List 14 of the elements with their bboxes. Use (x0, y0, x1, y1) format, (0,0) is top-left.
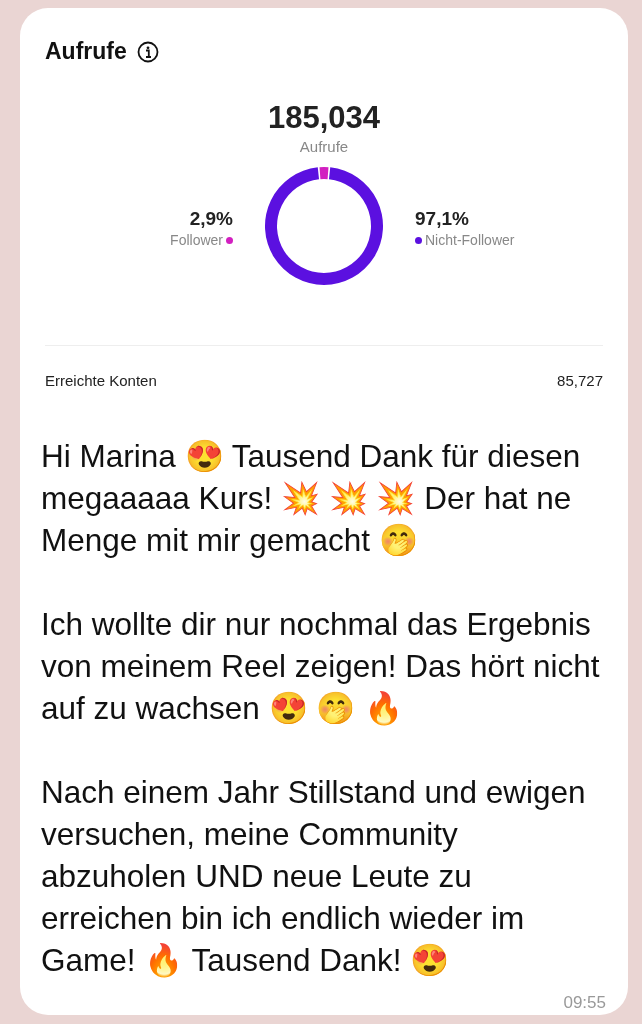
views-count: 185,034 (266, 100, 382, 136)
views-label: Aufrufe (298, 138, 350, 155)
message-paragraph: Nach einem Jahr Stillstand und ewigen versuchen, meine Community abzuholen UND neue Leute zu erreichen bin ich endlich wieder im Game! 🔥 Tausend Dank! 😍 (41, 773, 587, 980)
message-paragraph: Ich wollte dir nur nochmal das Ergebnis von meinem Reel zeigen! Das hört nicht auf zu wachsen 😍 🤭 🔥 (41, 605, 601, 728)
legend-label: Nicht-Follower (425, 232, 515, 248)
message-time: 09:55 (563, 993, 606, 1013)
percent-value: 2,9% (189, 208, 233, 230)
legend-label: Follower (170, 232, 223, 248)
percent-value: 97,1% (415, 208, 469, 230)
metric-label: Erreichte Konten (45, 372, 157, 389)
message-paragraph: Hi Marina 😍 Tausend Dank für diesen megaaaaa Kurs! 💥 💥 💥 Der hat ne Menge mit mir gemacht 🤭 (41, 437, 582, 560)
metric-value: 85,727 (557, 372, 603, 389)
card-title: Aufrufe (45, 38, 127, 65)
info-icon[interactable] (136, 40, 159, 63)
